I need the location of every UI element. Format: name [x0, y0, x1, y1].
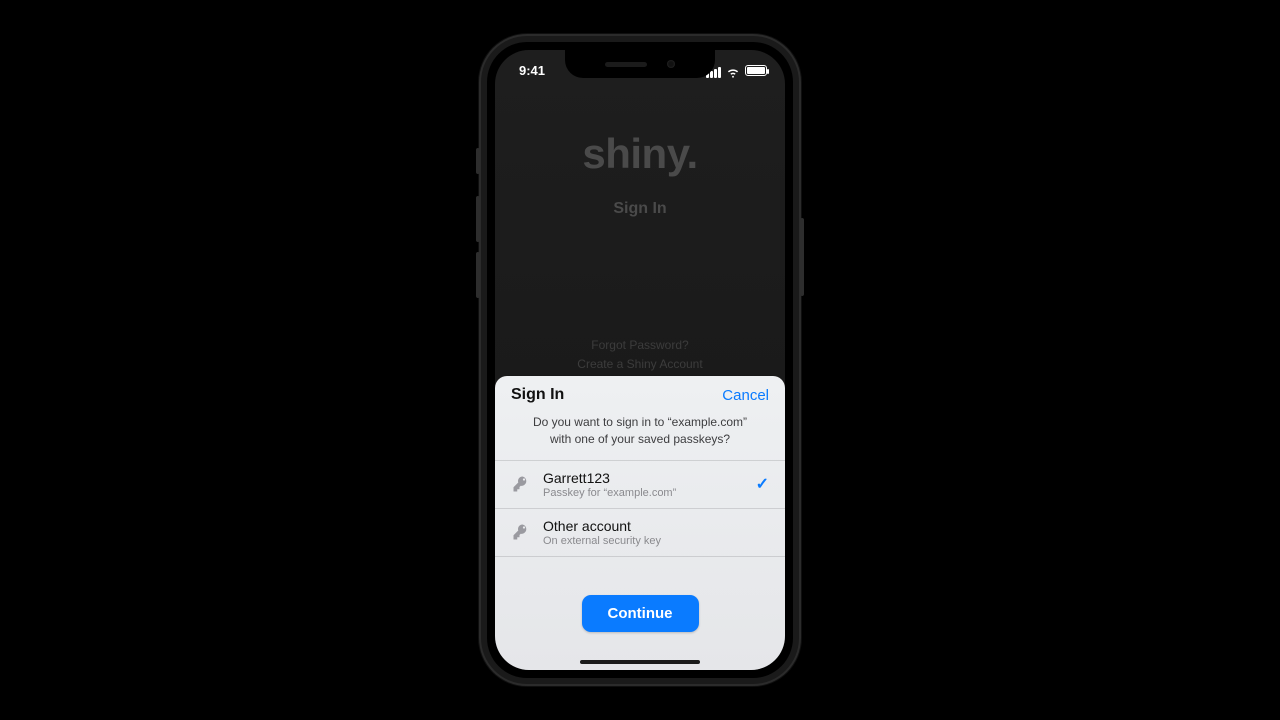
passkey-name: Garrett123: [543, 470, 744, 486]
phone-screen: 9:41 shiny. Sign In Forgot Password? Cre…: [495, 50, 785, 670]
continue-button[interactable]: Continue: [582, 595, 699, 632]
wifi-icon: [726, 65, 740, 75]
front-camera: [667, 60, 675, 68]
app-logo-text: shiny.: [582, 130, 697, 178]
stage: 9:41 shiny. Sign In Forgot Password? Cre…: [0, 0, 1280, 720]
passkey-row[interactable]: Other account On external security key: [495, 509, 785, 557]
sheet-message: Do you want to sign in to “example.com” …: [495, 408, 785, 460]
checkmark-icon: ✓: [756, 474, 769, 494]
passkey-row[interactable]: Garrett123 Passkey for “example.com” ✓: [495, 461, 785, 509]
passkey-name: Other account: [543, 518, 769, 534]
passkey-list: Garrett123 Passkey for “example.com” ✓ O…: [495, 460, 785, 557]
power-button: [800, 218, 804, 296]
speaker-grille: [605, 62, 647, 67]
volume-up-button: [476, 196, 480, 242]
signin-sheet: Sign In Cancel Do you want to sign in to…: [495, 376, 785, 670]
phone-frame: 9:41 shiny. Sign In Forgot Password? Cre…: [481, 36, 799, 684]
home-indicator[interactable]: [580, 660, 700, 664]
passkey-subtitle: On external security key: [543, 535, 769, 547]
app-heading: Sign In: [613, 200, 666, 218]
notch: [565, 50, 715, 78]
key-icon: [511, 474, 531, 494]
create-account-link[interactable]: Create a Shiny Account: [495, 355, 785, 374]
volume-down-button: [476, 252, 480, 298]
key-icon: [511, 522, 531, 542]
passkey-subtitle: Passkey for “example.com”: [543, 487, 744, 499]
battery-icon: [745, 65, 767, 76]
status-time: 9:41: [513, 59, 545, 78]
cancel-button[interactable]: Cancel: [722, 387, 769, 404]
forgot-password-link[interactable]: Forgot Password?: [495, 336, 785, 355]
sheet-title: Sign In: [511, 386, 564, 404]
mute-switch: [476, 148, 480, 174]
